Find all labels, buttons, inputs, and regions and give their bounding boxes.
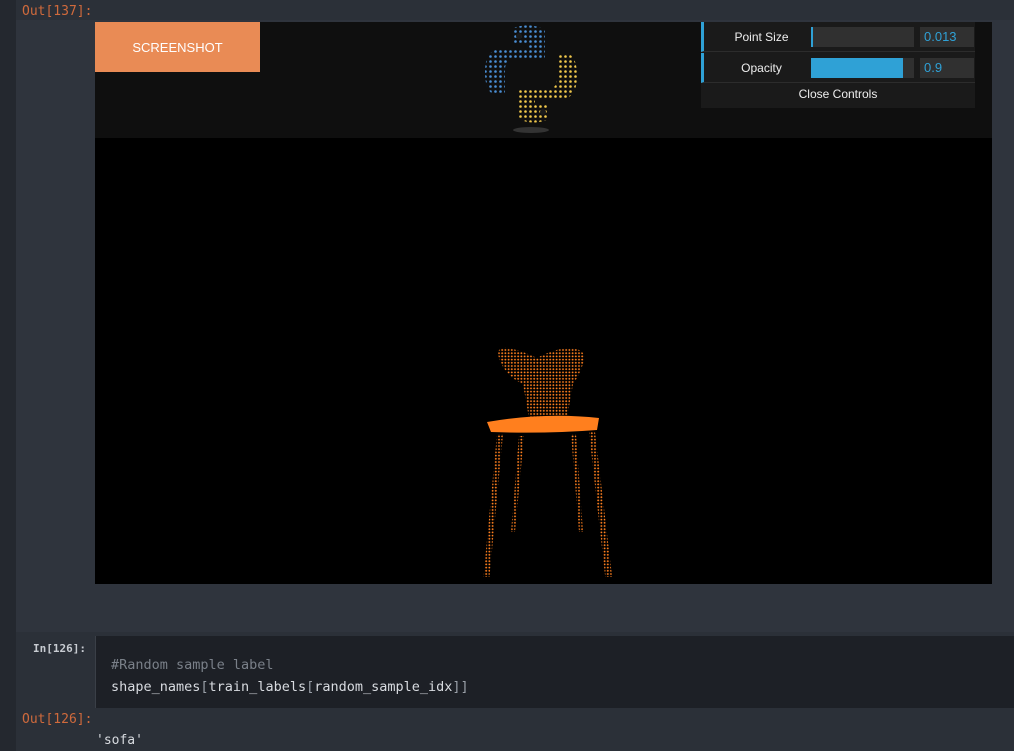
code-inner: train_labels [208,679,307,695]
out-prompt-126: Out[126]: [22,712,93,727]
out-prompt-137: Out[137]: [22,4,93,19]
notebook-page: Out[137]: SCREENSHOT Point Size 0.013 Op… [0,0,1014,751]
code-cell[interactable]: #Random sample label shape_names[train_l… [95,636,1014,708]
opacity-row: Opacity 0.9 [701,53,975,83]
point-size-input[interactable]: 0.013 [920,27,974,47]
code-comment: #Random sample label [111,657,274,673]
code-editor[interactable]: #Random sample label shape_names[train_l… [111,654,469,698]
python-logo-icon [485,25,577,133]
chair-point-cloud [483,347,613,577]
left-gutter [0,0,16,751]
point-size-row: Point Size 0.013 [701,22,975,52]
screenshot-button[interactable]: SCREENSHOT [95,22,260,72]
code-bracket: ]] [452,679,469,695]
code-bracket: [ [200,679,209,695]
opacity-label: Opacity [741,61,782,75]
point-size-slider[interactable] [811,27,914,47]
code-arg: random_sample_idx [314,679,453,695]
controls-panel: Point Size 0.013 Opacity 0.9 Close Contr… [701,22,975,108]
point-size-label: Point Size [734,30,789,44]
opacity-slider-fill [811,58,903,78]
code-fn: shape_names [111,679,201,695]
point-cloud-viewer[interactable]: SCREENSHOT Point Size 0.013 Opacity 0.9 … [95,22,992,584]
close-controls-button[interactable]: Close Controls [701,84,975,104]
in-prompt-126: In[126]: [33,642,86,655]
opacity-input[interactable]: 0.9 [920,58,974,78]
point-size-slider-fill [811,27,813,47]
code-bracket: [ [306,679,315,695]
cell-output: 'sofa' [96,733,143,748]
opacity-slider[interactable] [811,58,914,78]
